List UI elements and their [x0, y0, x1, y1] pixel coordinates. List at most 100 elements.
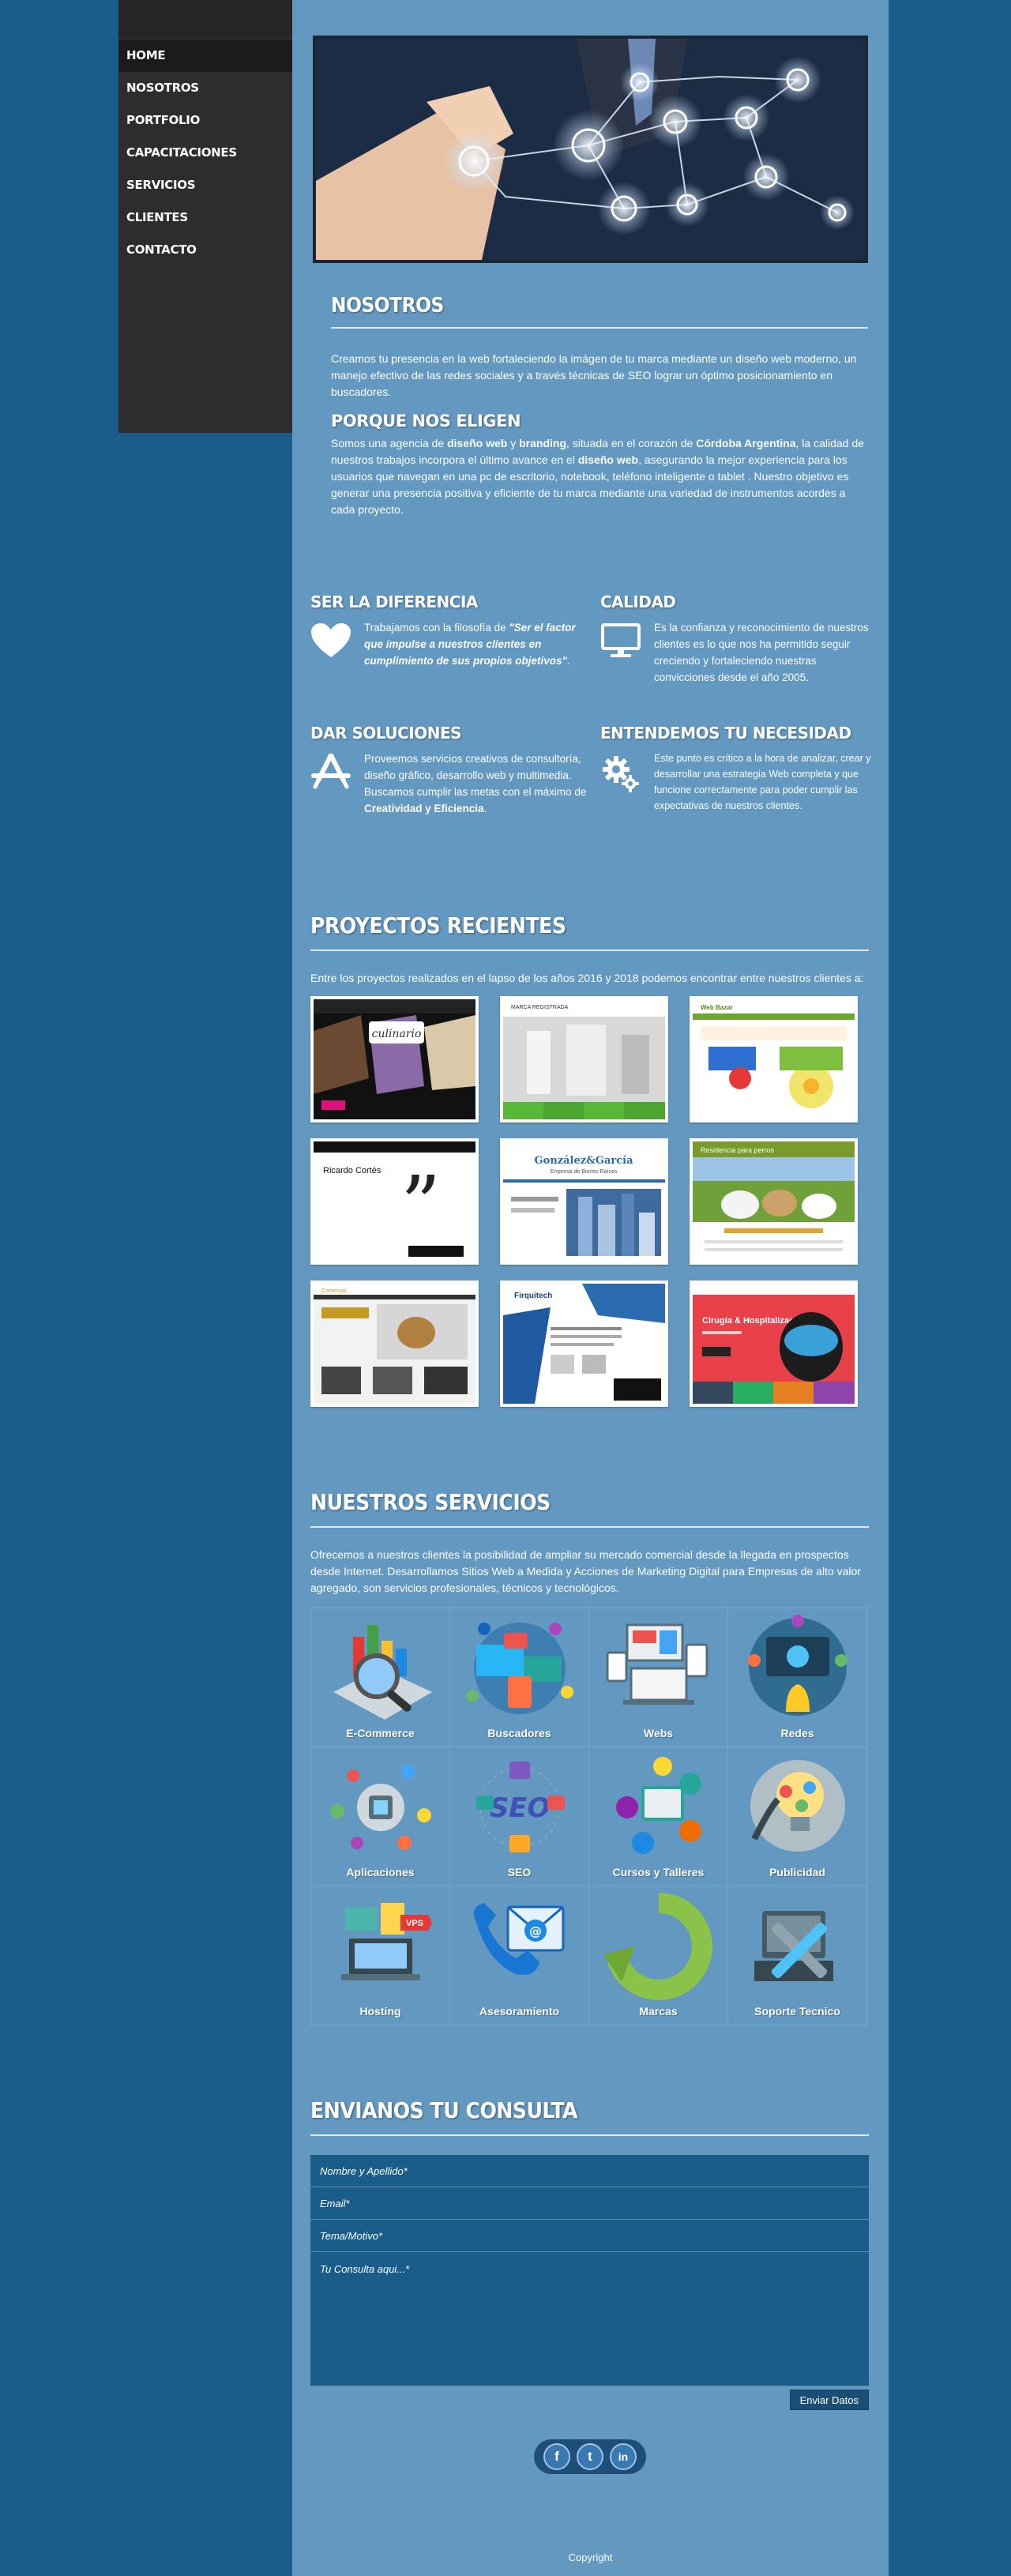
project-thumb[interactable]: Comercial — [310, 1280, 479, 1407]
courses-icon — [615, 1757, 701, 1854]
service-label: Marcas — [639, 2005, 678, 2018]
linkedin-icon[interactable]: in — [610, 2443, 637, 2470]
apps-icon — [329, 1765, 431, 1850]
service-label: Cursos y Talleres — [612, 1866, 705, 1878]
feature-text: Es la confianza y reconocimiento de nues… — [654, 622, 869, 683]
feature-quality: CALIDAD Es la confianza y reconocimiento… — [600, 592, 877, 686]
services-section: NUESTROS SERVICIOS Ofrecemos a nuestros … — [310, 1489, 869, 2025]
divider — [310, 1526, 869, 1528]
project-thumb[interactable]: MARCA REGISTRADA — [500, 996, 668, 1123]
divider — [331, 327, 868, 329]
service-label: Publicidad — [769, 1866, 825, 1878]
feature-text: Este punto es crítico a la hora de anali… — [654, 753, 871, 811]
nosotros-title: NOSOTROS — [331, 294, 444, 318]
service-publicidad[interactable]: Publicidad — [728, 1747, 867, 1886]
feature-difference: SER LA DIFERENCIA Trabajamos con la filo… — [310, 592, 587, 669]
svg-text:Web Bazar: Web Bazar — [701, 1004, 733, 1011]
service-seo[interactable]: SEO SEO — [450, 1747, 589, 1886]
project-thumb[interactable]: González&García Empresa de Bienes Raíces — [500, 1138, 668, 1265]
service-soporte[interactable]: Soporte Tecnico — [728, 1886, 867, 2025]
service-webs[interactable]: Webs — [589, 1608, 728, 1747]
email-field[interactable]: Email* — [310, 2187, 869, 2220]
submit-button[interactable]: Enviar Datos — [789, 2390, 869, 2410]
nav-item-nosotros[interactable]: NOSOTROS — [118, 72, 292, 104]
feature-text: Trabajamos con la filosofía de "Ser el f… — [364, 622, 576, 667]
service-label: Buscadores — [487, 1727, 551, 1739]
services-grid: E-Commerce Buscadores Webs Redes Aplicac… — [310, 1608, 869, 2025]
svg-text:culinario: culinario — [372, 1028, 422, 1040]
service-label: Asesoramiento — [479, 2005, 560, 2018]
service-ecommerce[interactable]: E-Commerce — [311, 1608, 450, 1747]
networks-icon — [747, 1615, 848, 1716]
contact-section: ENVIANOS TU CONSULTA Nombre y Apellido* … — [310, 2097, 869, 2410]
service-label: Webs — [643, 1727, 674, 1739]
svg-text:@: @ — [529, 1924, 542, 1939]
twitter-icon[interactable]: t — [577, 2443, 603, 2470]
service-asesoramiento[interactable]: @ Asesoramiento — [450, 1886, 589, 2025]
hero-network-image — [316, 39, 865, 260]
service-marcas[interactable]: Marcas — [589, 1886, 728, 2025]
contact-title: ENVIANOS TU CONSULTA — [310, 2097, 577, 2123]
feature-title: DAR SOLUCIONES — [310, 724, 462, 743]
service-buscadores[interactable]: Buscadores — [450, 1608, 589, 1747]
nav-item-servicios[interactable]: SERVICIOS — [118, 169, 292, 201]
service-label: E-Commerce — [346, 1727, 415, 1739]
projects-intro: Entre los proyectos realizados en el lap… — [310, 972, 864, 984]
why-us-title: PORQUE NOS ELIGEN — [331, 412, 521, 431]
heart-icon — [310, 619, 364, 669]
services-title: NUESTROS SERVICIOS — [310, 1489, 551, 1515]
divider — [310, 950, 869, 951]
message-field[interactable]: Tu Consulta aqui...* — [310, 2252, 869, 2386]
page: HOME NOSOTROS PORTFOLIO CAPACITACIONES S… — [0, 0, 1011, 2576]
hosting-icon: VPS — [340, 1903, 432, 1980]
support-icon — [754, 1911, 833, 1981]
gears-icon — [600, 750, 654, 814]
project-thumb[interactable]: Ricardo Cortés ” — [310, 1138, 479, 1265]
service-label: Redes — [780, 1727, 814, 1739]
svg-text:Comercial: Comercial — [321, 1288, 347, 1294]
project-thumb[interactable]: Firquitech — [500, 1280, 668, 1407]
nav-item-capacitaciones[interactable]: CAPACITACIONES — [118, 137, 292, 169]
feature-needs: ENTENDEMOS TU NECESIDAD Este punto es cr… — [600, 724, 877, 814]
svg-text:MARCA REGISTRADA: MARCA REGISTRADA — [511, 1005, 569, 1010]
sidebar-top — [118, 0, 292, 39]
feature-title: CALIDAD — [600, 592, 676, 611]
project-thumb[interactable]: culinario — [310, 996, 479, 1123]
advertising-icon — [750, 1760, 845, 1852]
monitor-icon — [600, 619, 654, 686]
nav-item-clientes[interactable]: CLIENTES — [118, 201, 292, 234]
projects-title: PROYECTOS RECIENTES — [310, 912, 566, 938]
project-thumb[interactable]: Web Bazar — [690, 996, 858, 1123]
feature-solutions: DAR SOLUCIONES Proveemos servicios creat… — [310, 724, 587, 817]
nav-item-contacto[interactable]: CONTACTO — [118, 234, 292, 266]
web-devices-icon — [606, 1623, 708, 1705]
feature-title: ENTENDEMOS TU NECESIDAD — [600, 724, 851, 743]
svg-text:”: ” — [400, 1159, 441, 1251]
services-intro: Ofrecemos a nuestros clientes la posibil… — [310, 1548, 861, 1594]
nav-item-portfolio[interactable]: PORTFOLIO — [118, 104, 292, 137]
svg-text:Residencia para perros: Residencia para perros — [701, 1146, 775, 1154]
svg-text:Ricardo Cortés: Ricardo Cortés — [323, 1166, 381, 1175]
brands-icon — [603, 1893, 712, 2000]
svg-text:SEO: SEO — [489, 1792, 550, 1824]
project-thumb[interactable]: Residencia para perros — [690, 1138, 858, 1265]
projects-grid: culinario MARCA REGISTRADA Web Bazar Ric… — [310, 996, 869, 1407]
advisory-icon: @ — [473, 1903, 564, 1975]
topic-field[interactable]: Tema/Motivo* — [310, 2220, 869, 2252]
seo-icon: SEO — [475, 1762, 565, 1852]
svg-text:Empresa de Bienes Raíces: Empresa de Bienes Raíces — [551, 1169, 618, 1175]
project-thumb[interactable]: Cirugía & Hospitalización — [690, 1280, 858, 1407]
service-aplicaciones[interactable]: Aplicaciones — [311, 1747, 450, 1886]
copyright: Copyright — [568, 2552, 613, 2563]
social-links: f t in — [534, 2439, 646, 2474]
nav-item-home[interactable]: HOME — [118, 39, 292, 72]
divider — [310, 2134, 869, 2136]
service-hosting[interactable]: VPS Hosting — [311, 1886, 450, 2025]
service-cursos[interactable]: Cursos y Talleres — [589, 1747, 728, 1886]
service-label: Hosting — [359, 2005, 401, 2018]
facebook-icon[interactable]: f — [543, 2443, 570, 2470]
service-label: Soporte Tecnico — [754, 2005, 840, 2018]
name-field[interactable]: Nombre y Apellido* — [310, 2155, 869, 2187]
service-redes[interactable]: Redes — [728, 1608, 867, 1747]
service-label: SEO — [507, 1866, 532, 1878]
